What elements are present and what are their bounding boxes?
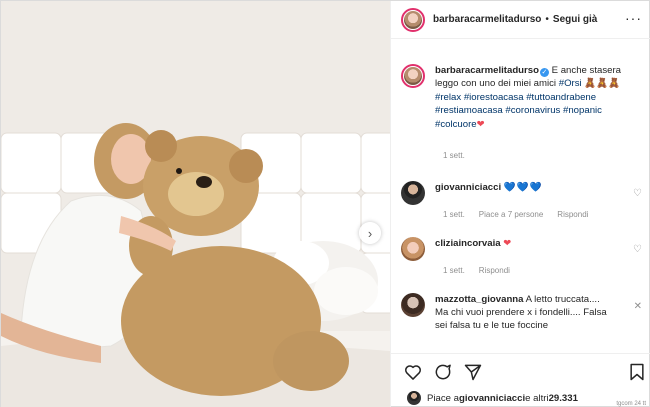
more-options-icon[interactable]: ···: [625, 11, 642, 25]
avatar[interactable]: [401, 181, 425, 205]
likes-count[interactable]: 29.331: [549, 393, 578, 404]
comment-item: mazzotta_giovanna A letto truccata.... M…: [401, 293, 646, 332]
avatar[interactable]: [401, 237, 425, 261]
hashtag[interactable]: #colcuore: [435, 119, 477, 130]
comment-body: giovanniciacci 💙💙💙: [435, 181, 613, 205]
comment-item: cliziaincorvaia ❤ ♡ 1 sett. Rispondi: [401, 237, 646, 275]
chevron-right-icon: ›: [367, 225, 373, 241]
hashtag[interactable]: #relax: [435, 92, 461, 103]
comment-meta: 1 sett. Piace a 7 persone Rispondi: [443, 210, 588, 219]
author-username[interactable]: barbaracarmelitadurso: [433, 14, 541, 25]
comment-text: 💙💙💙: [503, 182, 543, 193]
photo-illustration: [1, 1, 390, 407]
caption-text-block: barbaracarmelitadurso ✓ E anche stasera l…: [435, 64, 640, 131]
reply-button[interactable]: Rispondi: [479, 266, 510, 275]
next-photo-button[interactable]: ›: [359, 222, 381, 244]
comment-text: ❤: [503, 238, 512, 249]
hashtag[interactable]: #restiamoacasa: [435, 105, 503, 116]
reply-button[interactable]: Rispondi: [557, 210, 588, 219]
avatar[interactable]: [401, 293, 425, 317]
likes-prefix: Piace a: [427, 392, 459, 404]
verified-icon: ✓: [539, 68, 549, 77]
comment-meta: 1 sett. Rispondi: [443, 266, 510, 275]
avatar[interactable]: [407, 391, 421, 405]
comment-body: mazzotta_giovanna A letto truccata.... M…: [435, 293, 613, 332]
post-photo[interactable]: ›: [1, 1, 390, 407]
comment-time[interactable]: 1 sett.: [443, 266, 465, 275]
hashtag[interactable]: #iorestoacasa: [464, 92, 524, 103]
likes-summary: Piace a giovanniciacci e altri 29.331: [407, 391, 578, 405]
comment-like-icon[interactable]: ♡: [633, 188, 642, 199]
follow-button[interactable]: Segui già: [553, 14, 597, 25]
comment-username[interactable]: mazzotta_giovanna: [435, 294, 524, 305]
hashtag[interactable]: #tuttoandrabene: [526, 92, 596, 103]
heart-icon[interactable]: [403, 362, 423, 382]
comment-username[interactable]: cliziaincorvaia: [435, 238, 501, 249]
caption-time[interactable]: 1 sett.: [443, 151, 465, 160]
comment-time[interactable]: 1 sett.: [443, 210, 465, 219]
avatar[interactable]: [401, 64, 425, 88]
close-icon[interactable]: ✕: [634, 301, 642, 312]
comment-likes[interactable]: Piace a 7 persone: [479, 210, 544, 219]
instagram-post-modal: › barbaracarmelitadurso • Segui già ··· …: [0, 0, 650, 407]
bookmark-icon[interactable]: [627, 362, 647, 382]
caption-username[interactable]: barbaracarmelitadurso: [435, 65, 539, 76]
comment-like-icon[interactable]: ♡: [633, 244, 642, 255]
post-actions: Piace a giovanniciacci e altri 29.331 tg…: [391, 353, 650, 407]
watermark-text: tgcom 24 tt: [616, 401, 646, 407]
likes-middle: e altri: [525, 392, 549, 404]
hashtag[interactable]: #nopanic: [563, 105, 602, 116]
hashtag[interactable]: #Orsi: [559, 78, 582, 89]
avatar[interactable]: [401, 7, 425, 32]
post-side-panel: barbaracarmelitadurso • Segui già ··· ba…: [390, 1, 650, 407]
comment-username[interactable]: giovanniciacci: [435, 182, 501, 193]
post-caption: barbaracarmelitadurso ✓ E anche stasera l…: [401, 64, 646, 131]
comment-icon[interactable]: [433, 362, 453, 382]
comment-item: giovanniciacci 💙💙💙 ♡ 1 sett. Piace a 7 p…: [401, 181, 646, 219]
post-header: barbaracarmelitadurso • Segui già ···: [391, 1, 650, 39]
hashtag[interactable]: #coronavirus: [505, 105, 560, 116]
heart-emoji: ❤: [476, 118, 485, 130]
share-icon[interactable]: [463, 362, 483, 382]
separator-dot: •: [545, 14, 549, 25]
comment-body: cliziaincorvaia ❤: [435, 237, 613, 261]
bear-emoji: 🧸🧸🧸: [584, 78, 621, 90]
likes-user[interactable]: giovanniciacci: [459, 393, 525, 404]
